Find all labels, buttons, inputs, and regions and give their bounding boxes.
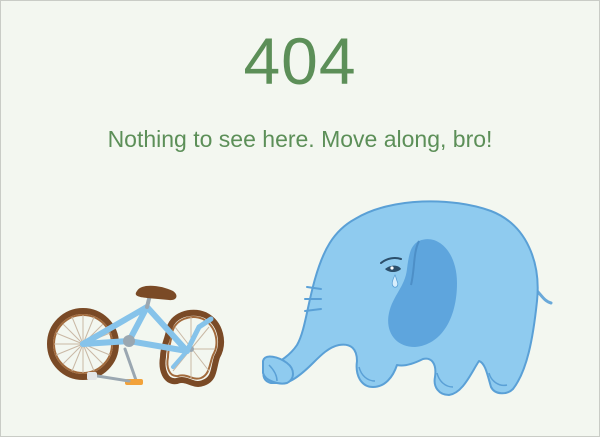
broken-bicycle-icon xyxy=(47,285,224,387)
illustration xyxy=(47,200,553,396)
sad-elephant-icon xyxy=(262,200,553,396)
page-frame: 404 Nothing to see here. Move along, bro… xyxy=(0,0,600,437)
